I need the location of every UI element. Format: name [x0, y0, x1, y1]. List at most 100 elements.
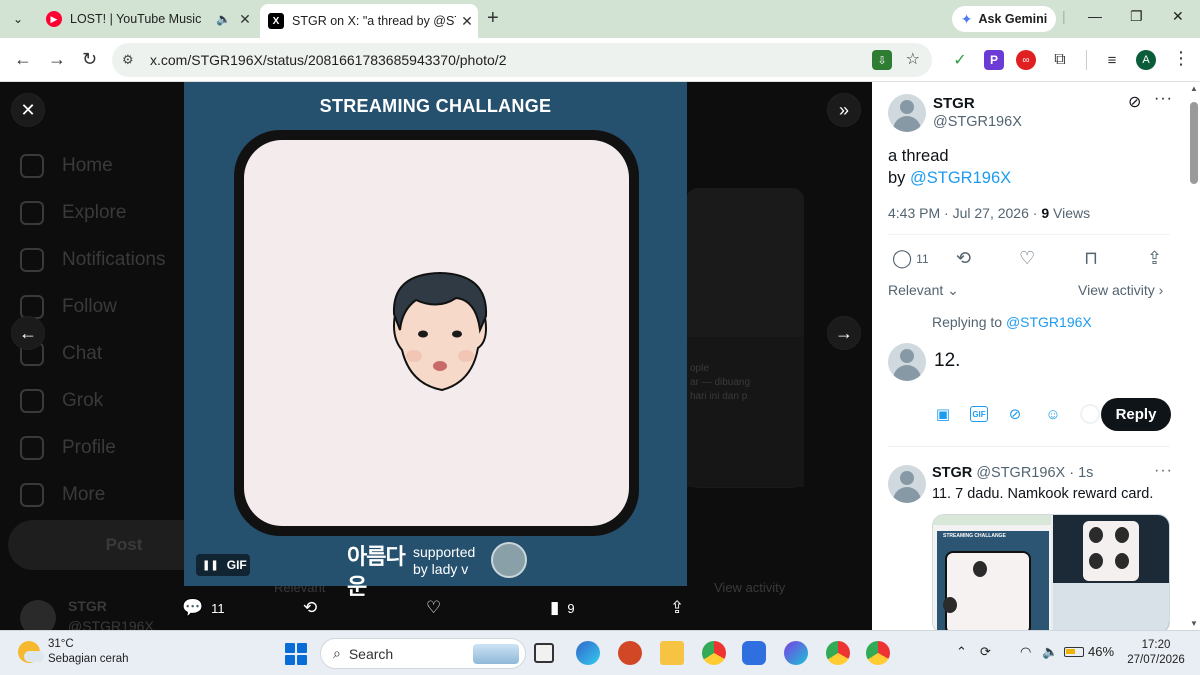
- close-viewer-button[interactable]: ✕: [11, 93, 45, 127]
- reply-action[interactable]: ◯ 11: [892, 248, 929, 269]
- restore-icon[interactable]: ❐: [1130, 8, 1143, 25]
- like-action[interactable]: ♡: [1019, 248, 1035, 269]
- show-hidden-icons-icon[interactable]: ⌃: [956, 644, 967, 660]
- tab-close-icon[interactable]: ✕: [234, 11, 256, 28]
- reply-action[interactable]: 💬 11: [182, 598, 225, 618]
- views-action[interactable]: ▮ 9: [550, 598, 575, 618]
- back-arrow-icon[interactable]: ←: [14, 49, 32, 69]
- thumb-face-icon: [1089, 527, 1103, 543]
- infinity-extension-icon[interactable]: ∞: [1016, 50, 1036, 70]
- repost-action[interactable]: ⟲: [303, 598, 317, 618]
- weather-widget[interactable]: 31°C Sebagian cerah: [18, 637, 129, 667]
- avatar[interactable]: [888, 94, 926, 132]
- install-app-icon[interactable]: ⇩: [872, 50, 892, 70]
- edge-icon[interactable]: [576, 641, 600, 665]
- divider: [1086, 50, 1087, 70]
- grok-icon[interactable]: ⊘: [1128, 92, 1141, 112]
- reply-button[interactable]: Reply: [1101, 398, 1171, 431]
- reading-list-icon[interactable]: ≡: [1102, 50, 1122, 70]
- start-button-icon[interactable]: [285, 643, 307, 665]
- follow-icon: [20, 294, 44, 319]
- more-options-icon[interactable]: ···: [1154, 90, 1173, 108]
- timestamp[interactable]: 4:43 PM · Jul 27, 2026 ·: [888, 205, 1041, 221]
- image-icon[interactable]: ▣: [932, 403, 954, 425]
- ghost-nav-label: Chat: [62, 342, 103, 364]
- site-settings-icon[interactable]: ⚙: [122, 52, 140, 68]
- check-extension-icon[interactable]: ✓: [950, 50, 970, 70]
- tab-close-icon[interactable]: ✕: [456, 13, 478, 30]
- share-action[interactable]: ⇪: [1147, 248, 1162, 269]
- tweet-text-prefix: by: [888, 169, 911, 187]
- thread-reply-time[interactable]: · 1s: [1069, 465, 1093, 481]
- reload-icon[interactable]: ↻: [82, 49, 97, 69]
- like-action[interactable]: ♡: [426, 598, 441, 618]
- wifi-icon[interactable]: ◠: [1020, 644, 1031, 660]
- gif-badge[interactable]: ❚❚ GIF: [196, 554, 250, 576]
- photo-frame-inner: [244, 140, 629, 526]
- file-explorer-icon[interactable]: [660, 641, 684, 665]
- thread-reply-handle[interactable]: @STGR196X: [976, 465, 1065, 481]
- ghost-nav-label: Notifications: [62, 248, 166, 270]
- repost-icon: ⟲: [303, 598, 318, 617]
- lady-v-seal-icon: [491, 542, 527, 578]
- bookmark-action[interactable]: ⊓: [1084, 248, 1098, 269]
- replying-to-handle[interactable]: @STGR196X: [1006, 314, 1092, 330]
- mention-link[interactable]: @STGR196X: [910, 169, 1011, 187]
- p-extension-icon[interactable]: P: [984, 50, 1004, 70]
- reply-count: 11: [916, 251, 929, 266]
- sync-icon[interactable]: ⟳: [980, 644, 991, 660]
- app-icon[interactable]: [742, 641, 766, 665]
- grok-icon[interactable]: ⊘: [1004, 403, 1026, 425]
- forward-arrow-icon[interactable]: →: [48, 49, 66, 69]
- minimize-icon[interactable]: —: [1088, 8, 1102, 24]
- repost-action[interactable]: ⟲: [956, 248, 971, 269]
- pause-icon[interactable]: ❚❚: [202, 560, 219, 571]
- search-highlight-image: [473, 644, 519, 664]
- thread-reply-name[interactable]: STGR: [932, 465, 972, 481]
- avatar[interactable]: [888, 465, 926, 503]
- scroll-down-icon[interactable]: ▼: [1190, 619, 1198, 628]
- extensions-puzzle-icon[interactable]: ⧉: [1050, 50, 1070, 70]
- speaker-icon[interactable]: 🔈: [216, 12, 234, 26]
- browser-menu-icon[interactable]: ⋮: [1172, 48, 1190, 69]
- expand-panel-button[interactable]: »: [827, 93, 861, 127]
- system-clock[interactable]: 17:20 27/07/2026: [1118, 638, 1194, 668]
- tab-search-chevron-icon[interactable]: ⌄: [6, 7, 30, 31]
- powerpoint-icon[interactable]: [618, 641, 642, 665]
- chrome-icon[interactable]: [702, 641, 726, 665]
- new-tab-button[interactable]: +: [487, 8, 499, 28]
- url-text[interactable]: x.com/STGR196X/status/208166178368594337…: [150, 52, 506, 68]
- panel-scrollbar[interactable]: ▲ ▼: [1190, 84, 1198, 628]
- media-image[interactable]: STREAMING CHALLANGE ❚❚ GIF 아름다운 supporte…: [184, 82, 687, 599]
- bookmark-star-icon[interactable]: ☆: [906, 49, 920, 69]
- tab-x-thread[interactable]: X STGR on X: "a thread by @STGR ✕: [260, 4, 478, 38]
- profile-avatar[interactable]: A: [1136, 50, 1156, 70]
- scroll-up-icon[interactable]: ▲: [1190, 84, 1198, 93]
- battery-icon[interactable]: [1064, 647, 1084, 657]
- scrollbar-thumb[interactable]: [1190, 102, 1198, 184]
- ask-gemini-button[interactable]: ✦ Ask Gemini: [952, 6, 1056, 32]
- author-handle[interactable]: @STGR196X: [933, 114, 1022, 130]
- emoji-icon[interactable]: ☺: [1042, 403, 1064, 425]
- address-bar[interactable]: ⚙ x.com/STGR196X/status/2081661783685943…: [112, 43, 932, 77]
- view-activity-link[interactable]: View activity ›: [1078, 282, 1163, 298]
- task-view-icon[interactable]: [534, 643, 554, 663]
- thread-reply-image[interactable]: STREAMING CHALLANGE: [932, 514, 1170, 630]
- tab-youtube-music[interactable]: ▶ LOST! | YouTube Music 🔈 ✕: [38, 4, 256, 34]
- chrome-profile-a-icon[interactable]: [826, 641, 850, 665]
- gif-icon[interactable]: GIF: [970, 406, 988, 422]
- volume-icon[interactable]: 🔈: [1042, 644, 1058, 660]
- sort-dropdown[interactable]: Relevant ⌄: [888, 282, 959, 299]
- canva-icon[interactable]: [784, 641, 808, 665]
- author-name[interactable]: STGR: [933, 95, 975, 112]
- window-close-icon[interactable]: ✕: [1172, 8, 1184, 25]
- previous-image-button[interactable]: ←: [11, 316, 45, 350]
- more-options-icon[interactable]: ···: [1154, 462, 1173, 480]
- reply-compose-input[interactable]: 12.: [934, 350, 960, 372]
- avatar: [888, 343, 926, 381]
- taskbar-search[interactable]: ⌕ Search: [320, 638, 526, 669]
- share-action[interactable]: ⇪: [670, 598, 684, 618]
- chrome-profile-icon[interactable]: [866, 641, 890, 665]
- windows-taskbar: 31°C Sebagian cerah ⌕ Search ⌃ ⟳ ◠ 🔈 46%…: [0, 630, 1200, 675]
- next-image-button[interactable]: →: [827, 316, 861, 350]
